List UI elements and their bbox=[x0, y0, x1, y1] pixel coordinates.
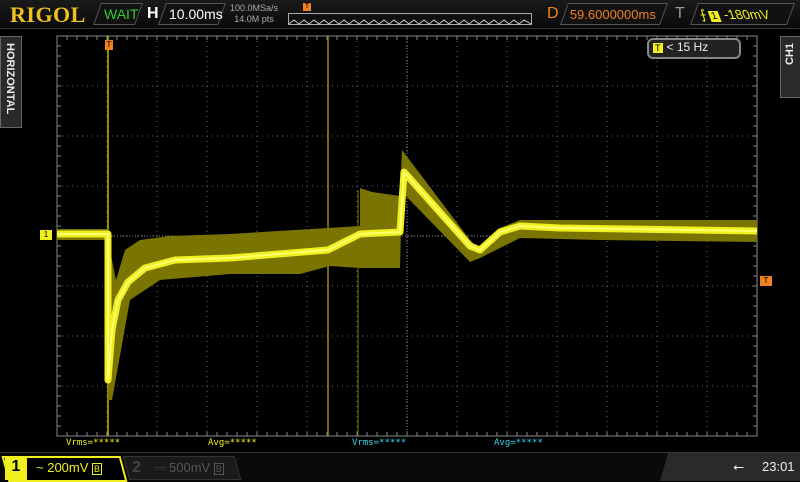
ch1-scale: 200mV bbox=[47, 460, 89, 475]
ch1-offset-marker[interactable]: 1 bbox=[40, 230, 52, 240]
ch2-settings: ⎓ 500mV B bbox=[155, 460, 224, 476]
dc-coupling-icon: ⎓ bbox=[155, 460, 166, 475]
measurement-vrms-ch1: Vrms=***** bbox=[66, 438, 121, 448]
waveform-display bbox=[56, 35, 758, 437]
trigger-frequency: < 15 Hz bbox=[666, 40, 709, 54]
ch1-settings: ~ 200mV B bbox=[36, 460, 103, 475]
usb-icon: ⭠ bbox=[733, 458, 745, 474]
measurement-vrms-ch2: Vrms=***** bbox=[352, 438, 407, 448]
bottom-bar: 1 ~ 200mV B 2 ⎓ 500mV B ⭠ 23:01 bbox=[0, 452, 800, 482]
trigger-point-marker: T bbox=[105, 40, 113, 50]
ch1-number: 1 bbox=[5, 458, 27, 480]
trigger-level-marker[interactable]: T bbox=[760, 276, 772, 286]
ch2-scale: 500mV bbox=[169, 460, 211, 475]
trigger-frequency-indicator: T < 15 Hz bbox=[647, 38, 741, 59]
measurement-avg-ch2: Avg=***** bbox=[494, 438, 543, 448]
trigger-badge: T bbox=[653, 43, 663, 53]
bandwidth-limit-icon: B bbox=[92, 463, 103, 475]
ch1-trace-envelope bbox=[57, 150, 757, 400]
bandwidth-limit-icon: B bbox=[213, 463, 224, 475]
measurement-avg-ch1: Avg=***** bbox=[208, 438, 257, 448]
clock: 23:01 bbox=[762, 459, 795, 474]
ch2-number: 2 bbox=[132, 459, 141, 476]
ac-coupling-icon: ~ bbox=[36, 460, 44, 475]
